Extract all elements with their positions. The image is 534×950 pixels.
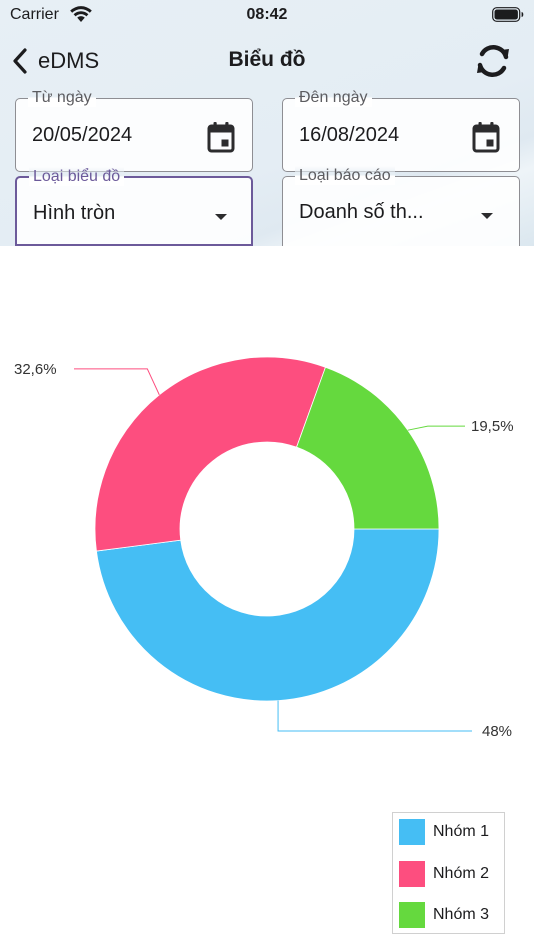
- caret-down-icon: [481, 213, 493, 219]
- calendar-icon[interactable]: [206, 121, 236, 153]
- leader-line: [407, 425, 465, 431]
- to-date-value: 16/08/2024: [299, 124, 400, 146]
- chart-type-label: Loại biểu đồ: [29, 167, 125, 186]
- leader-line: [74, 368, 160, 396]
- from-date-value: 20/05/2024: [32, 124, 133, 146]
- chart-type-value: Hình tròn: [33, 202, 116, 224]
- chart-legend: Nhóm 1 Nhóm 2 Nhóm 3: [392, 812, 505, 934]
- from-date-label: Từ ngày: [28, 88, 96, 107]
- back-label: eDMS: [38, 48, 100, 73]
- legend-swatch: [399, 819, 425, 845]
- refresh-icon: [477, 44, 509, 78]
- leader-line: [277, 700, 472, 732]
- pie-slice-nhóm-1[interactable]: [95, 528, 440, 702]
- report-type-value: Doanh số th...: [299, 201, 424, 223]
- chevron-left-icon: [13, 48, 27, 74]
- legend-item: Nhóm 1: [399, 819, 489, 845]
- carrier-label: Carrier: [10, 6, 59, 23]
- battery-icon: [492, 7, 524, 22]
- legend-swatch: [399, 902, 425, 928]
- refresh-button[interactable]: [474, 44, 512, 78]
- pie-slice-nhóm-3[interactable]: [296, 366, 440, 530]
- slice-percentage-label: 48%: [482, 723, 512, 740]
- navigation-bar: eDMS Biểu đồ: [0, 38, 534, 84]
- calendar-icon[interactable]: [471, 121, 501, 153]
- pie-slice-nhóm-2[interactable]: [94, 356, 326, 552]
- from-date-field[interactable]: Từ ngày 20/05/2024: [15, 88, 253, 172]
- legend-item: Nhóm 3: [399, 902, 489, 928]
- legend-swatch: [399, 861, 425, 887]
- status-bar: Carrier 08:42: [0, 0, 534, 30]
- slice-percentage-label: 19,5%: [471, 418, 514, 435]
- wifi-icon: [70, 6, 92, 22]
- slice-percentage-label: 32,6%: [14, 361, 57, 378]
- to-date-label: Đên ngày: [295, 88, 372, 107]
- to-date-field[interactable]: Đên ngày 16/08/2024: [282, 88, 520, 172]
- report-type-label: Loại báo cáo: [295, 166, 395, 185]
- donut-chart: 48% 32,6% 19,5%: [14, 356, 514, 740]
- legend-label: Nhóm 2: [433, 865, 490, 882]
- caret-down-icon: [215, 214, 227, 220]
- back-button[interactable]: eDMS: [10, 44, 99, 78]
- report-type-select[interactable]: Loại báo cáo Doanh số th...: [282, 166, 520, 246]
- chart-type-select[interactable]: Loại biểu đồ Hình tròn: [15, 167, 253, 246]
- legend-label: Nhóm 1: [433, 823, 490, 840]
- legend-item: Nhóm 2: [399, 861, 489, 887]
- legend-label: Nhóm 3: [433, 906, 490, 923]
